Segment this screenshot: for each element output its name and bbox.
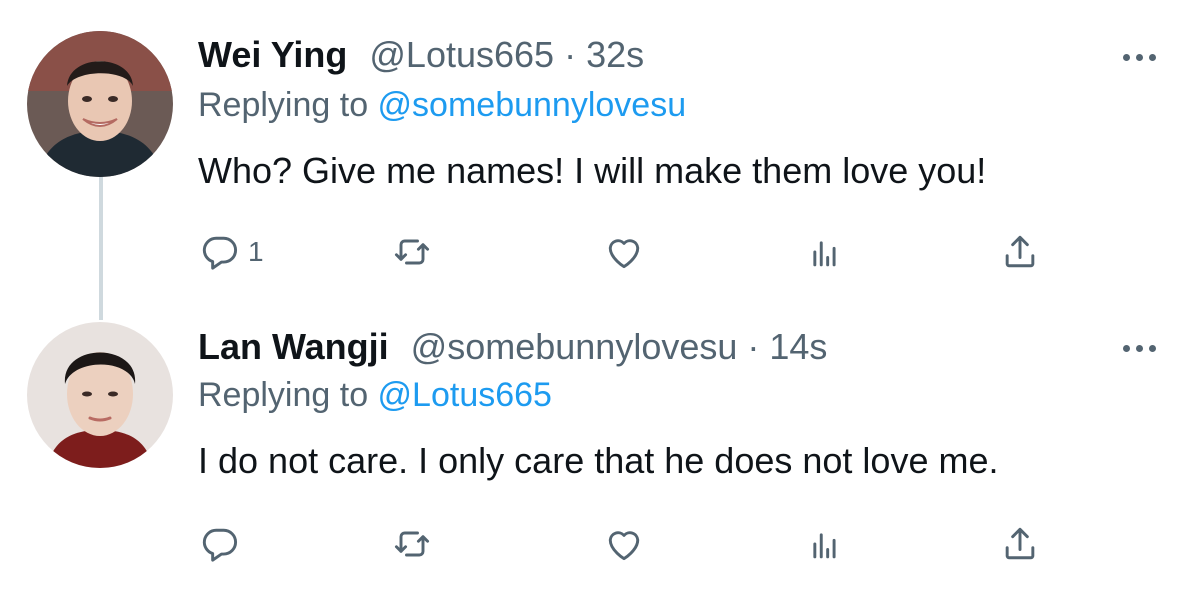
replying-to: Replying to @Lotus665 bbox=[198, 376, 552, 415]
tweet[interactable]: Wei Ying @Lotus665 · 32s Replying to @so… bbox=[0, 0, 1200, 294]
analytics-icon bbox=[813, 533, 836, 559]
tweet-text: I do not care. I only care that he does … bbox=[198, 440, 999, 481]
reply-count: 1 bbox=[248, 236, 264, 267]
display-name[interactable]: Wei Ying bbox=[198, 34, 347, 76]
share-button[interactable] bbox=[998, 230, 1042, 274]
user-handle[interactable]: @Lotus665 bbox=[369, 34, 554, 76]
replying-to-label: Replying to bbox=[198, 86, 378, 124]
display-name[interactable]: Lan Wangji bbox=[198, 326, 389, 368]
retweet-button[interactable] bbox=[390, 230, 434, 274]
timestamp[interactable]: 32s bbox=[586, 34, 644, 76]
more-icon[interactable] bbox=[1114, 338, 1164, 358]
separator: · bbox=[747, 326, 760, 367]
analytics-button[interactable] bbox=[802, 522, 846, 566]
user-handle[interactable]: @somebunnylovesu bbox=[411, 326, 738, 368]
reply-icon bbox=[202, 528, 238, 562]
avatar-image bbox=[27, 31, 173, 177]
retweet-icon bbox=[394, 239, 430, 265]
heart-icon bbox=[608, 531, 640, 561]
like-button[interactable] bbox=[602, 230, 646, 274]
timestamp[interactable]: 14s bbox=[769, 326, 827, 368]
avatar-image bbox=[27, 322, 173, 468]
tweet[interactable]: Lan Wangji @somebunnylovesu · 14s Replyi… bbox=[0, 294, 1200, 588]
tweet-header: Lan Wangji @somebunnylovesu · 14s bbox=[198, 326, 827, 370]
analytics-button[interactable] bbox=[802, 230, 846, 274]
separator: · bbox=[564, 34, 577, 75]
like-button[interactable] bbox=[602, 522, 646, 566]
action-bar: 1 bbox=[198, 230, 1058, 274]
analytics-icon bbox=[813, 241, 836, 267]
mention-link[interactable]: @somebunnylovesu bbox=[378, 86, 687, 124]
share-icon bbox=[1005, 527, 1035, 560]
tweet-header: Wei Ying @Lotus665 · 32s bbox=[198, 34, 644, 78]
replying-to-label: Replying to bbox=[198, 376, 378, 414]
share-icon bbox=[1005, 235, 1035, 268]
replying-to: Replying to @somebunnylovesu bbox=[198, 86, 686, 125]
reply-icon bbox=[202, 236, 238, 270]
heart-icon bbox=[608, 239, 640, 269]
reply-button[interactable]: 1 bbox=[198, 230, 264, 274]
avatar[interactable] bbox=[27, 322, 173, 468]
more-icon[interactable] bbox=[1114, 47, 1164, 67]
avatar[interactable] bbox=[27, 31, 173, 177]
tweet-text: Who? Give me names! I will make them lov… bbox=[198, 150, 987, 191]
retweet-icon bbox=[394, 531, 430, 557]
share-button[interactable] bbox=[998, 522, 1042, 566]
reply-button[interactable] bbox=[198, 522, 248, 566]
action-bar bbox=[198, 522, 1058, 566]
mention-link[interactable]: @Lotus665 bbox=[378, 376, 552, 414]
retweet-button[interactable] bbox=[390, 522, 434, 566]
